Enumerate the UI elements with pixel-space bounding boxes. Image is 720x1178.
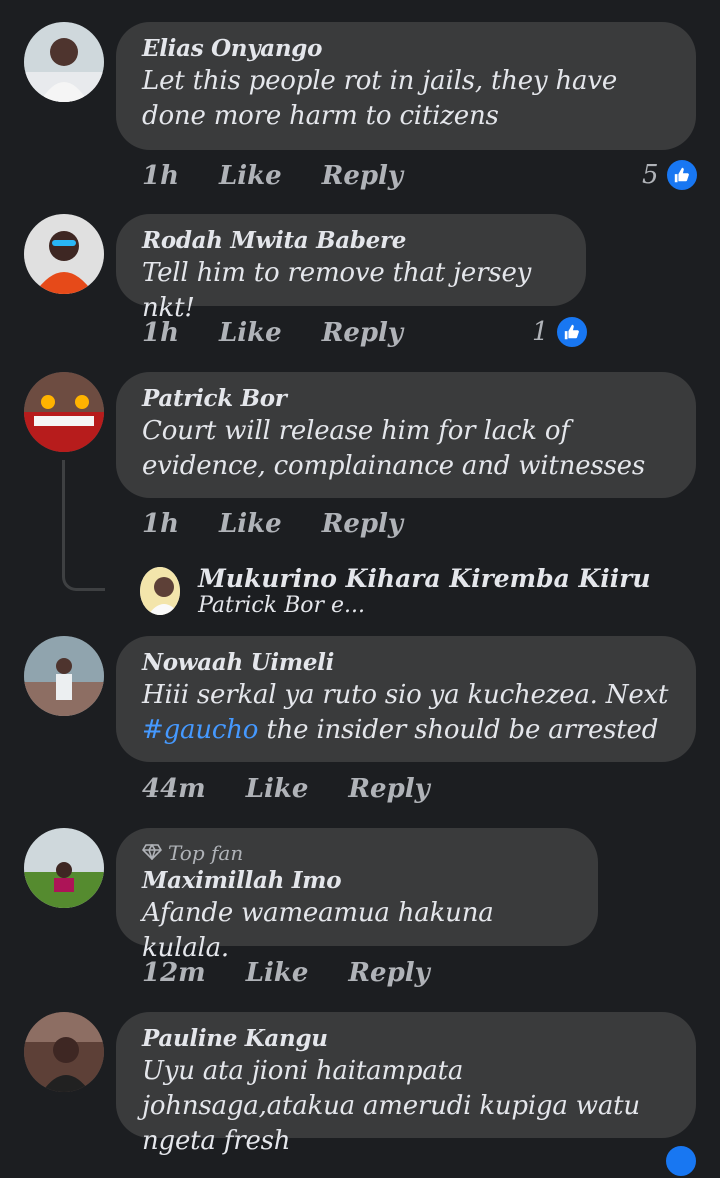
comment-text: Hiii serkal ya ruto sio ya kuchezea. Nex…	[142, 678, 672, 748]
comment-bubble: Rodah Mwita Babere Tell him to remove th…	[116, 214, 586, 323]
comment-actions: 1h Like Reply	[142, 160, 403, 192]
like-button[interactable]: Like	[219, 317, 282, 349]
comment-text: Let this people rot in jails, they have …	[142, 66, 618, 131]
comment-bubble: Elias Onyango Let this people rot in jai…	[116, 22, 696, 150]
reaction-count[interactable]: 1	[532, 315, 589, 349]
like-button[interactable]: Like	[246, 773, 309, 805]
diamond-icon	[141, 840, 163, 866]
badge-label: Top fan	[168, 841, 244, 865]
comment-actions: 44m Like Reply	[142, 773, 430, 805]
comment-bubble: Top fan Maximillah Imo Afande wameamua h…	[116, 828, 598, 963]
comment-time[interactable]: 1h	[142, 317, 179, 349]
like-thumb-icon	[664, 1144, 698, 1178]
comment-author[interactable]: Maximillah Imo	[142, 866, 574, 896]
reply-button[interactable]: Reply	[348, 773, 429, 805]
comment-text: Uyu ata jioni haitampata johnsaga,atakua…	[142, 1056, 640, 1156]
thread-connector	[62, 460, 105, 591]
comment-actions: 1h Like Reply	[142, 317, 403, 349]
comment-text: Court will release him for lack of evide…	[142, 416, 646, 481]
like-thumb-icon	[554, 315, 589, 349]
avatar[interactable]	[24, 828, 104, 908]
top-fan-badge: Top fan	[141, 840, 574, 866]
reaction-count[interactable]: 5	[642, 158, 699, 192]
reply-button[interactable]: Reply	[322, 317, 403, 349]
avatar[interactable]	[24, 372, 104, 452]
reply-snippet: Patrick Bor e...	[198, 593, 365, 618]
avatar[interactable]	[24, 1012, 104, 1092]
reply-author[interactable]: Mukurino Kihara Kiremba Kiiru	[198, 564, 650, 593]
comment-author[interactable]: Patrick Bor	[142, 384, 672, 414]
comment-text: Tell him to remove that jersey nkt!	[142, 258, 532, 323]
comment-text: Afande wameamua hakuna kulala.	[142, 898, 494, 963]
reaction-number: 5	[642, 160, 659, 190]
reply-button[interactable]: Reply	[322, 160, 403, 192]
comment-author[interactable]: Elias Onyango	[142, 34, 672, 64]
comment-text-part: the insider should be arrested	[258, 715, 659, 745]
avatar[interactable]	[24, 214, 104, 294]
comment-bubble: Patrick Bor Court will release him for l…	[116, 372, 696, 498]
comment-time[interactable]: 44m	[142, 773, 206, 805]
thread-reply-preview[interactable]: Mukurino Kihara Kiremba Kiiru Patrick Bo…	[140, 564, 720, 618]
hashtag-link[interactable]: #gaucho	[142, 715, 258, 745]
comment-author[interactable]: Rodah Mwita Babere	[142, 226, 562, 256]
reaction-number: 1	[532, 317, 549, 347]
reply-button[interactable]: Reply	[322, 508, 403, 540]
avatar[interactable]	[24, 636, 104, 716]
avatar[interactable]	[140, 567, 181, 615]
like-thumb-icon	[664, 158, 699, 192]
comment-bubble: Pauline Kangu Uyu ata jioni haitampata j…	[116, 1012, 696, 1156]
like-button[interactable]: Like	[246, 957, 309, 989]
comment-bubble: Nowaah Uimeli Hiii serkal ya ruto sio ya…	[116, 636, 696, 762]
comment-time[interactable]: 1h	[142, 508, 179, 540]
comment-text-part: Hiii serkal ya ruto sio ya kuchezea. Nex…	[142, 680, 669, 710]
comment-actions: 12m Like Reply	[142, 957, 430, 989]
like-button[interactable]: Like	[219, 508, 282, 540]
comment-author[interactable]: Nowaah Uimeli	[142, 648, 672, 678]
comment-author[interactable]: Pauline Kangu	[142, 1024, 672, 1054]
avatar[interactable]	[24, 22, 104, 102]
like-button[interactable]: Like	[219, 160, 282, 192]
comment-actions: 1h Like Reply	[142, 508, 403, 540]
comment-time[interactable]: 12m	[142, 957, 206, 989]
reply-button[interactable]: Reply	[348, 957, 429, 989]
comment-time[interactable]: 1h	[142, 160, 179, 192]
